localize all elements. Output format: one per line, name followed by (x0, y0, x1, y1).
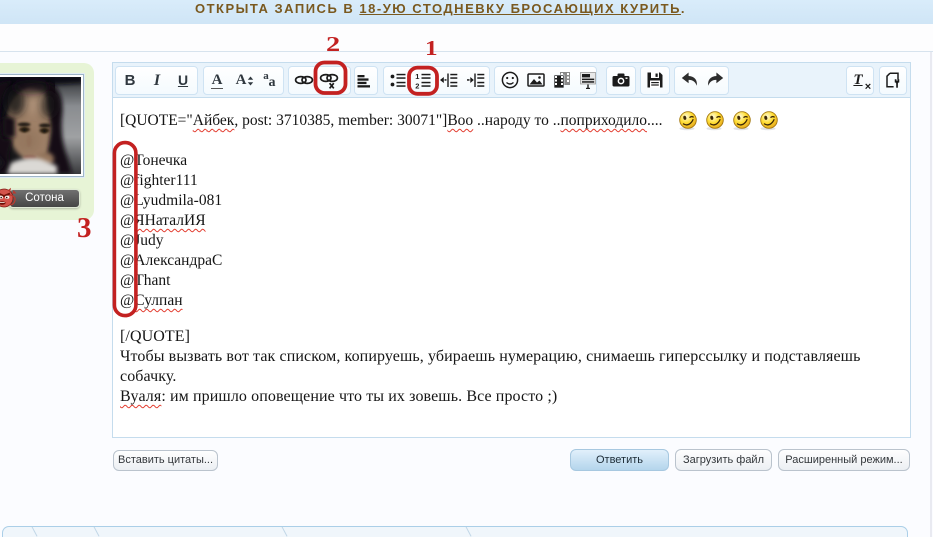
svg-text:1: 1 (415, 72, 419, 81)
svg-text:2: 2 (415, 82, 419, 91)
